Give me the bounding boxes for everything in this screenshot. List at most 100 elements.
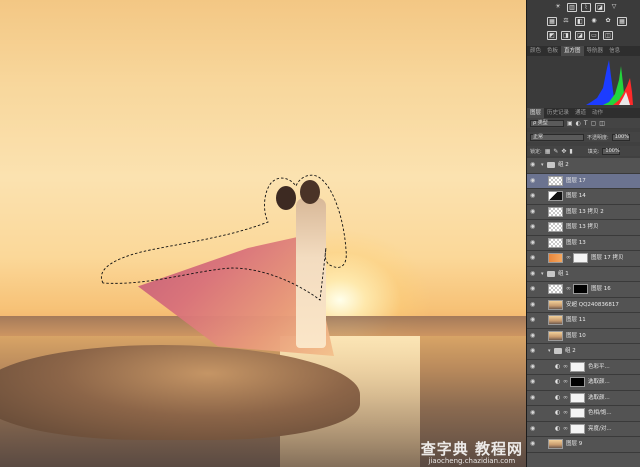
layer-row[interactable]: ◉ ◐ ∞ 亮度/对...: [527, 421, 640, 437]
visibility-eye-icon[interactable]: ◉: [530, 410, 535, 416]
layer-row[interactable]: ◉ 图层 11: [527, 313, 640, 329]
layer-thumbnail[interactable]: [548, 206, 563, 217]
blend-mode-select[interactable]: 正常: [530, 133, 584, 141]
tab-swatches[interactable]: 色板: [544, 46, 561, 56]
layer-group-row[interactable]: ◉ ▾ 组 2: [527, 158, 640, 174]
layer-kind-filter[interactable]: ρ 类型: [530, 119, 564, 127]
layer-name[interactable]: 图层 13 拷贝 2: [566, 209, 604, 215]
layer-name[interactable]: 图层 16: [591, 286, 611, 292]
layer-name[interactable]: 组 2: [565, 348, 576, 354]
layer-row[interactable]: ◉ ∞ 图层 16: [527, 282, 640, 298]
group-expand-arrow-icon[interactable]: ▾: [541, 271, 544, 277]
visibility-eye-icon[interactable]: ◉: [530, 270, 535, 277]
tab-histogram[interactable]: 直方图: [561, 46, 584, 56]
layer-name[interactable]: 图层 9: [566, 441, 582, 447]
layer-name[interactable]: 色相/饱...: [588, 410, 612, 416]
layer-name[interactable]: 图层 10: [566, 333, 586, 339]
color-lookup-icon[interactable]: ▦: [617, 17, 627, 26]
tab-navigator[interactable]: 导航器: [584, 46, 607, 56]
layer-mask-thumbnail[interactable]: [570, 377, 585, 388]
layer-thumbnail[interactable]: [548, 299, 563, 310]
tab-history[interactable]: 历史记录: [544, 108, 572, 118]
layer-name[interactable]: 选取颜...: [588, 379, 610, 385]
layer-row[interactable]: ◉ 图层 9: [527, 437, 640, 453]
layer-name[interactable]: 色彩平...: [588, 364, 610, 370]
layer-thumbnail[interactable]: [548, 222, 563, 233]
layer-name[interactable]: 图层 17 拷贝: [591, 255, 624, 261]
mask-link-icon[interactable]: ∞: [563, 394, 568, 401]
visibility-eye-icon[interactable]: ◉: [530, 363, 535, 370]
layer-row[interactable]: ◉ 图层 14: [527, 189, 640, 205]
curves-icon[interactable]: ⌇: [581, 3, 591, 12]
layer-row[interactable]: ◉ ◐ ∞ 色相/饱...: [527, 406, 640, 422]
layer-name[interactable]: 图层 14: [566, 193, 586, 199]
posterize-icon[interactable]: ◨: [561, 31, 571, 40]
mask-link-icon[interactable]: ∞: [563, 379, 568, 385]
layer-row[interactable]: ◉ 图层 10: [527, 328, 640, 344]
visibility-eye-icon[interactable]: ◉: [530, 286, 535, 292]
visibility-eye-icon[interactable]: ◉: [530, 162, 535, 168]
group-expand-arrow-icon[interactable]: ▾: [541, 162, 544, 168]
visibility-eye-icon[interactable]: ◉: [530, 301, 535, 308]
document-canvas[interactable]: 查字典 教程网 jiaocheng.chazidian.com: [0, 0, 526, 467]
hue-saturation-icon[interactable]: ▦: [547, 17, 557, 26]
visibility-eye-icon[interactable]: ◉: [530, 348, 535, 354]
layer-name[interactable]: 组 2: [558, 162, 569, 168]
layer-mask-thumbnail[interactable]: [573, 253, 588, 264]
photo-filter-icon[interactable]: ◉: [589, 17, 599, 26]
tab-color[interactable]: 颜色: [527, 46, 544, 56]
fill-input[interactable]: 100%: [602, 147, 621, 155]
tab-channels[interactable]: 通道: [572, 108, 589, 118]
layer-row[interactable]: ◉ 安超 QQ240836817: [527, 297, 640, 313]
color-balance-icon[interactable]: ⚖: [561, 17, 571, 26]
visibility-eye-icon[interactable]: ◉: [530, 317, 535, 323]
lock-transparency-icon[interactable]: ▦: [545, 148, 551, 155]
layer-row[interactable]: ◉ 图层 13 拷贝 2: [527, 204, 640, 220]
layer-row[interactable]: ◉ ◐ ∞ 选取颜...: [527, 375, 640, 391]
layer-mask-thumbnail[interactable]: [573, 284, 588, 295]
layer-row[interactable]: ◉ ∞ 图层 17 拷贝: [527, 251, 640, 267]
visibility-eye-icon[interactable]: ◉: [530, 177, 535, 184]
tab-layers[interactable]: 图层: [527, 108, 545, 118]
levels-icon[interactable]: ▥: [567, 3, 577, 12]
layer-name[interactable]: 图层 11: [566, 317, 586, 323]
layer-name[interactable]: 组 1: [558, 271, 569, 277]
visibility-eye-icon[interactable]: ◉: [530, 193, 535, 199]
visibility-eye-icon[interactable]: ◉: [530, 208, 535, 215]
visibility-eye-icon[interactable]: ◉: [530, 425, 535, 432]
layer-name[interactable]: 安超 QQ240836817: [566, 302, 619, 308]
layer-mask-thumbnail[interactable]: [570, 423, 585, 434]
layer-name[interactable]: 图层 13: [566, 240, 586, 246]
layer-row[interactable]: ◉ 图层 13: [527, 235, 640, 251]
layer-mask-thumbnail[interactable]: [570, 408, 585, 419]
mask-link-icon[interactable]: ∞: [563, 410, 568, 416]
layer-thumbnail[interactable]: [548, 191, 563, 202]
black-white-icon[interactable]: ◧: [575, 17, 585, 26]
mask-link-icon[interactable]: ∞: [563, 425, 568, 432]
layer-thumbnail[interactable]: [548, 175, 563, 186]
visibility-eye-icon[interactable]: ◉: [530, 239, 535, 246]
layer-row[interactable]: ◉ ◐ ∞ 色彩平...: [527, 359, 640, 375]
layer-name[interactable]: 选取颜...: [588, 395, 610, 401]
layer-thumbnail[interactable]: [548, 237, 563, 248]
layer-thumbnail[interactable]: [548, 330, 563, 341]
exposure-icon[interactable]: ◪: [595, 3, 605, 12]
visibility-eye-icon[interactable]: ◉: [530, 394, 535, 401]
layer-thumbnail[interactable]: [548, 284, 563, 295]
filter-shape-icon[interactable]: ▢: [591, 120, 597, 127]
selective-color-icon[interactable]: ◫: [603, 31, 613, 40]
filter-adjust-icon[interactable]: ◐: [576, 120, 581, 127]
mask-link-icon[interactable]: ∞: [563, 363, 568, 370]
layer-name[interactable]: 图层 13 拷贝: [566, 224, 599, 230]
vibrance-icon[interactable]: ▽: [609, 3, 619, 12]
visibility-eye-icon[interactable]: ◉: [530, 441, 535, 447]
lock-all-icon[interactable]: ▮: [569, 148, 572, 155]
visibility-eye-icon[interactable]: ◉: [530, 224, 535, 230]
lock-position-icon[interactable]: ✥: [561, 148, 566, 155]
channel-mixer-icon[interactable]: ✿: [603, 17, 613, 26]
filter-type-icon[interactable]: T: [584, 120, 588, 127]
layer-row[interactable]: ◉ ◐ ∞ 选取颜...: [527, 390, 640, 406]
layer-thumbnail[interactable]: [548, 315, 563, 326]
visibility-eye-icon[interactable]: ◉: [530, 255, 535, 261]
layer-thumbnail[interactable]: [548, 439, 563, 450]
